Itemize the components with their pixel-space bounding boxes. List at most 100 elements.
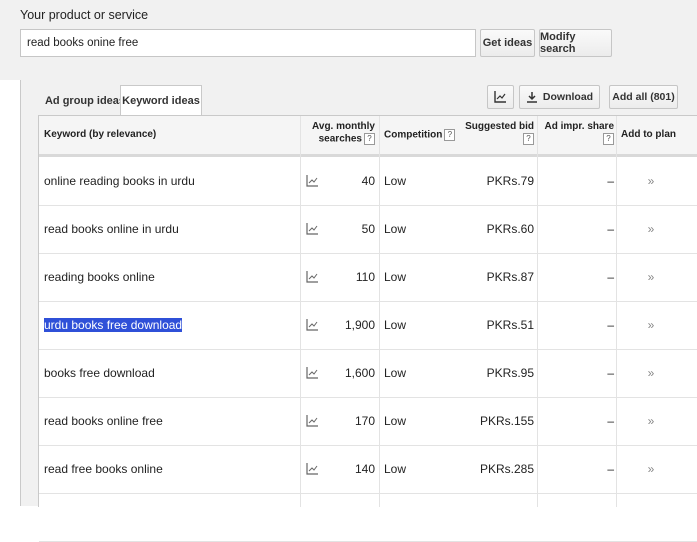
header-add-to-plan: Add to plan: [621, 129, 676, 140]
trend-chart-icon: [306, 463, 318, 475]
add-to-plan-button[interactable]: »: [631, 301, 671, 349]
header-keyword[interactable]: Keyword (by relevance): [44, 129, 156, 141]
header-impr-label: Ad impr. share: [544, 121, 614, 132]
keyword-cell[interactable]: read free books online: [44, 445, 163, 493]
header-competition[interactable]: Competition?: [384, 129, 456, 142]
help-icon[interactable]: ?: [444, 129, 456, 141]
competition-cell: Low: [384, 270, 407, 284]
trend-chart-icon: [306, 319, 318, 331]
trend-cell[interactable]: [306, 157, 320, 205]
keyword-cell[interactable]: urdu books free download: [44, 301, 183, 349]
suggested-bid-cell: PKRs.87: [486, 270, 534, 284]
ad-impr-share-cell: –: [607, 414, 614, 428]
avg-searches-cell: 170: [354, 414, 375, 428]
header-avg-line1: Avg. monthly: [312, 121, 375, 132]
header-bid-label: Suggested bid: [465, 121, 534, 132]
trend-cell[interactable]: [306, 445, 320, 493]
product-label: Your product or service: [20, 8, 149, 22]
suggested-bid-cell: PKRs.51: [486, 318, 534, 332]
suggested-bid-cell: PKRs.60: [486, 222, 534, 236]
ad-impr-share-cell: –: [607, 174, 614, 188]
table-row: reading books online 110 Low PKRs.87 – »: [39, 253, 697, 302]
trend-chart-icon: [306, 415, 318, 427]
table-row: urdu books free download 1,900 Low PKRs.51 –…: [39, 301, 697, 350]
keyword-text: read books online free: [44, 414, 163, 428]
keyword-cell[interactable]: books free download: [44, 349, 155, 397]
add-to-plan-button[interactable]: »: [631, 397, 671, 445]
download-icon: [526, 92, 537, 103]
trend-cell[interactable]: [306, 205, 320, 253]
avg-searches-cell: 1,600: [344, 366, 375, 380]
add-to-plan-button[interactable]: »: [631, 157, 671, 205]
keyword-table: Keyword (by relevance) Avg. monthly sear…: [38, 115, 697, 542]
modify-search-button[interactable]: Modify search: [539, 29, 612, 57]
suggested-bid-cell: PKRs.285: [479, 462, 534, 476]
keyword-cell[interactable]: reading books online: [44, 253, 155, 301]
avg-searches-cell: 40: [361, 174, 375, 188]
trend-cell[interactable]: [306, 349, 320, 397]
table-row: read free books online 140 Low PKRs.285 – »: [39, 445, 697, 494]
keyword-text: urdu books free download: [44, 318, 183, 332]
download-button[interactable]: Download: [519, 85, 600, 109]
tab-bar: Ad group ideas Keyword ideas Download Ad…: [21, 80, 697, 116]
table-row: read books online free 170 Low PKRs.155 – »: [39, 397, 697, 446]
keyword-text: reading books online: [44, 270, 155, 284]
ad-impr-share-cell: –: [607, 462, 614, 476]
chart-toggle-button[interactable]: [487, 85, 514, 109]
keyword-cell[interactable]: online reading books in urdu: [44, 157, 195, 205]
trend-chart-icon: [306, 271, 318, 283]
table-row: [39, 493, 697, 542]
suggested-bid-cell: PKRs.79: [486, 174, 534, 188]
help-icon[interactable]: ?: [364, 133, 375, 145]
tab-ad-group-ideas[interactable]: Ad group ideas: [38, 86, 132, 115]
ad-impr-share-cell: –: [607, 222, 614, 236]
search-input[interactable]: [20, 29, 476, 57]
competition-cell: Low: [384, 174, 407, 188]
table-row: read books online in urdu 50 Low PKRs.60 – »: [39, 205, 697, 254]
keyword-cell[interactable]: read books online in urdu: [44, 205, 179, 253]
add-all-button[interactable]: Add all (801): [609, 85, 678, 109]
trend-chart-icon: [306, 175, 318, 187]
keyword-text: read free books online: [44, 462, 163, 476]
trend-cell[interactable]: [306, 301, 320, 349]
download-label: Download: [542, 91, 594, 103]
add-to-plan-button[interactable]: »: [631, 349, 671, 397]
table-header: Keyword (by relevance) Avg. monthly sear…: [39, 116, 697, 157]
keyword-text: read books online in urdu: [44, 222, 179, 236]
header-suggested-bid[interactable]: Suggested bid ?: [459, 121, 534, 146]
keyword-cell[interactable]: read books online free: [44, 397, 163, 445]
trend-cell[interactable]: [306, 253, 320, 301]
trend-chart-icon: [306, 223, 318, 235]
help-icon[interactable]: ?: [523, 133, 534, 145]
avg-searches-cell: 110: [355, 270, 375, 284]
add-to-plan-button[interactable]: »: [631, 205, 671, 253]
avg-searches-cell: 1,900: [344, 318, 375, 332]
header-avg-line2: searches: [318, 133, 362, 145]
get-ideas-button[interactable]: Get ideas: [480, 29, 535, 57]
add-to-plan-button[interactable]: »: [631, 253, 671, 301]
trend-cell[interactable]: [306, 397, 320, 445]
header-ad-impr-share[interactable]: Ad impr. share ?: [539, 121, 614, 146]
table-row: books free download 1,600 Low PKRs.95 – »: [39, 349, 697, 398]
tab-keyword-ideas[interactable]: Keyword ideas: [120, 85, 202, 116]
help-icon[interactable]: ?: [603, 133, 614, 145]
suggested-bid-cell: PKRs.95: [486, 366, 534, 380]
competition-cell: Low: [384, 318, 407, 332]
search-area: Your product or service Get ideas Modify…: [0, 0, 697, 80]
header-avg-monthly-searches[interactable]: Avg. monthly searches?: [309, 121, 375, 146]
header-competition-label: Competition: [384, 129, 443, 141]
trend-chart-icon: [306, 367, 318, 379]
competition-cell: Low: [384, 366, 407, 380]
suggested-bid-cell: PKRs.155: [479, 414, 534, 428]
ad-impr-share-cell: –: [607, 318, 614, 332]
keyword-text: books free download: [44, 366, 155, 380]
results-panel: Ad group ideas Keyword ideas Download Ad…: [20, 80, 697, 542]
competition-cell: Low: [384, 414, 407, 428]
keyword-text: online reading books in urdu: [44, 174, 195, 188]
trend-chart-icon: [494, 91, 506, 103]
competition-cell: Low: [384, 462, 407, 476]
ad-impr-share-cell: –: [607, 270, 614, 284]
add-to-plan-button[interactable]: »: [631, 445, 671, 493]
avg-searches-cell: 140: [354, 462, 375, 476]
avg-searches-cell: 50: [361, 222, 375, 236]
